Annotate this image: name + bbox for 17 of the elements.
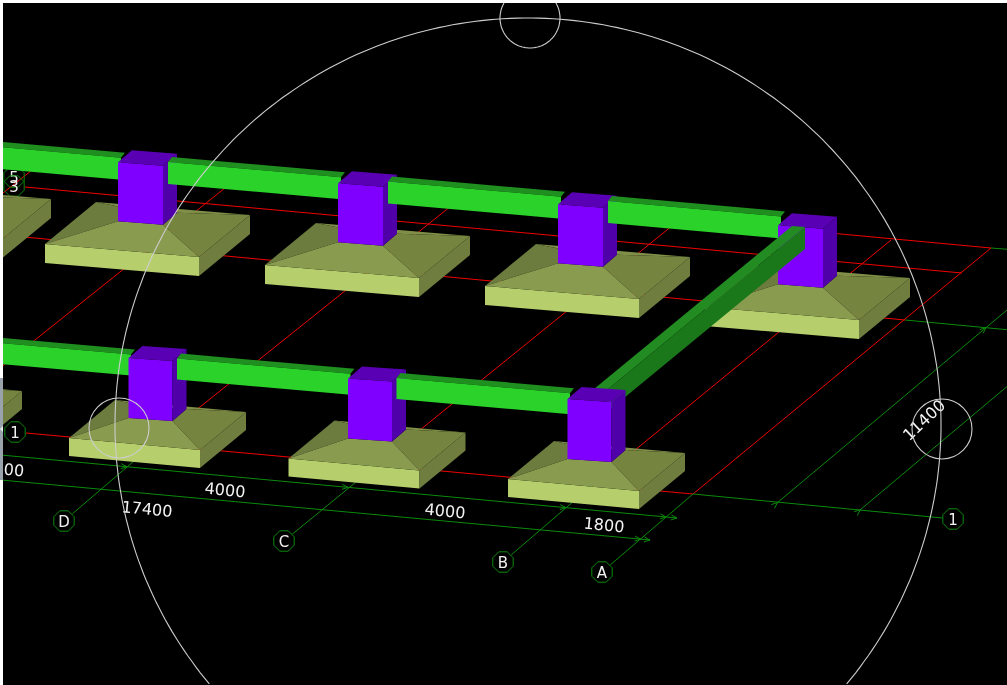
grid-axis-bubble: 1 bbox=[942, 508, 964, 530]
dimension-label: 00 bbox=[3, 459, 25, 481]
dimension-label: 1800 bbox=[582, 513, 626, 537]
dimension-label: 4000 bbox=[203, 478, 247, 502]
dimension-label: 17400 bbox=[120, 497, 174, 521]
footing bbox=[3, 389, 22, 425]
grid-axis-bubble: C bbox=[273, 530, 295, 552]
grid-axis-bubble: 1 bbox=[4, 421, 26, 443]
rotate-handle[interactable] bbox=[499, 3, 561, 49]
extension-line bbox=[990, 247, 1007, 250]
orbit-ring[interactable] bbox=[114, 17, 942, 685]
grid-axis-bubble: A bbox=[591, 561, 613, 583]
rotate-handle[interactable] bbox=[88, 397, 150, 459]
caret-icon bbox=[0, 426, 3, 432]
grid-axis-bubble: D bbox=[53, 510, 75, 532]
grid-axis-bubble: B bbox=[492, 551, 514, 573]
dimension-label: 4000 bbox=[423, 499, 467, 523]
